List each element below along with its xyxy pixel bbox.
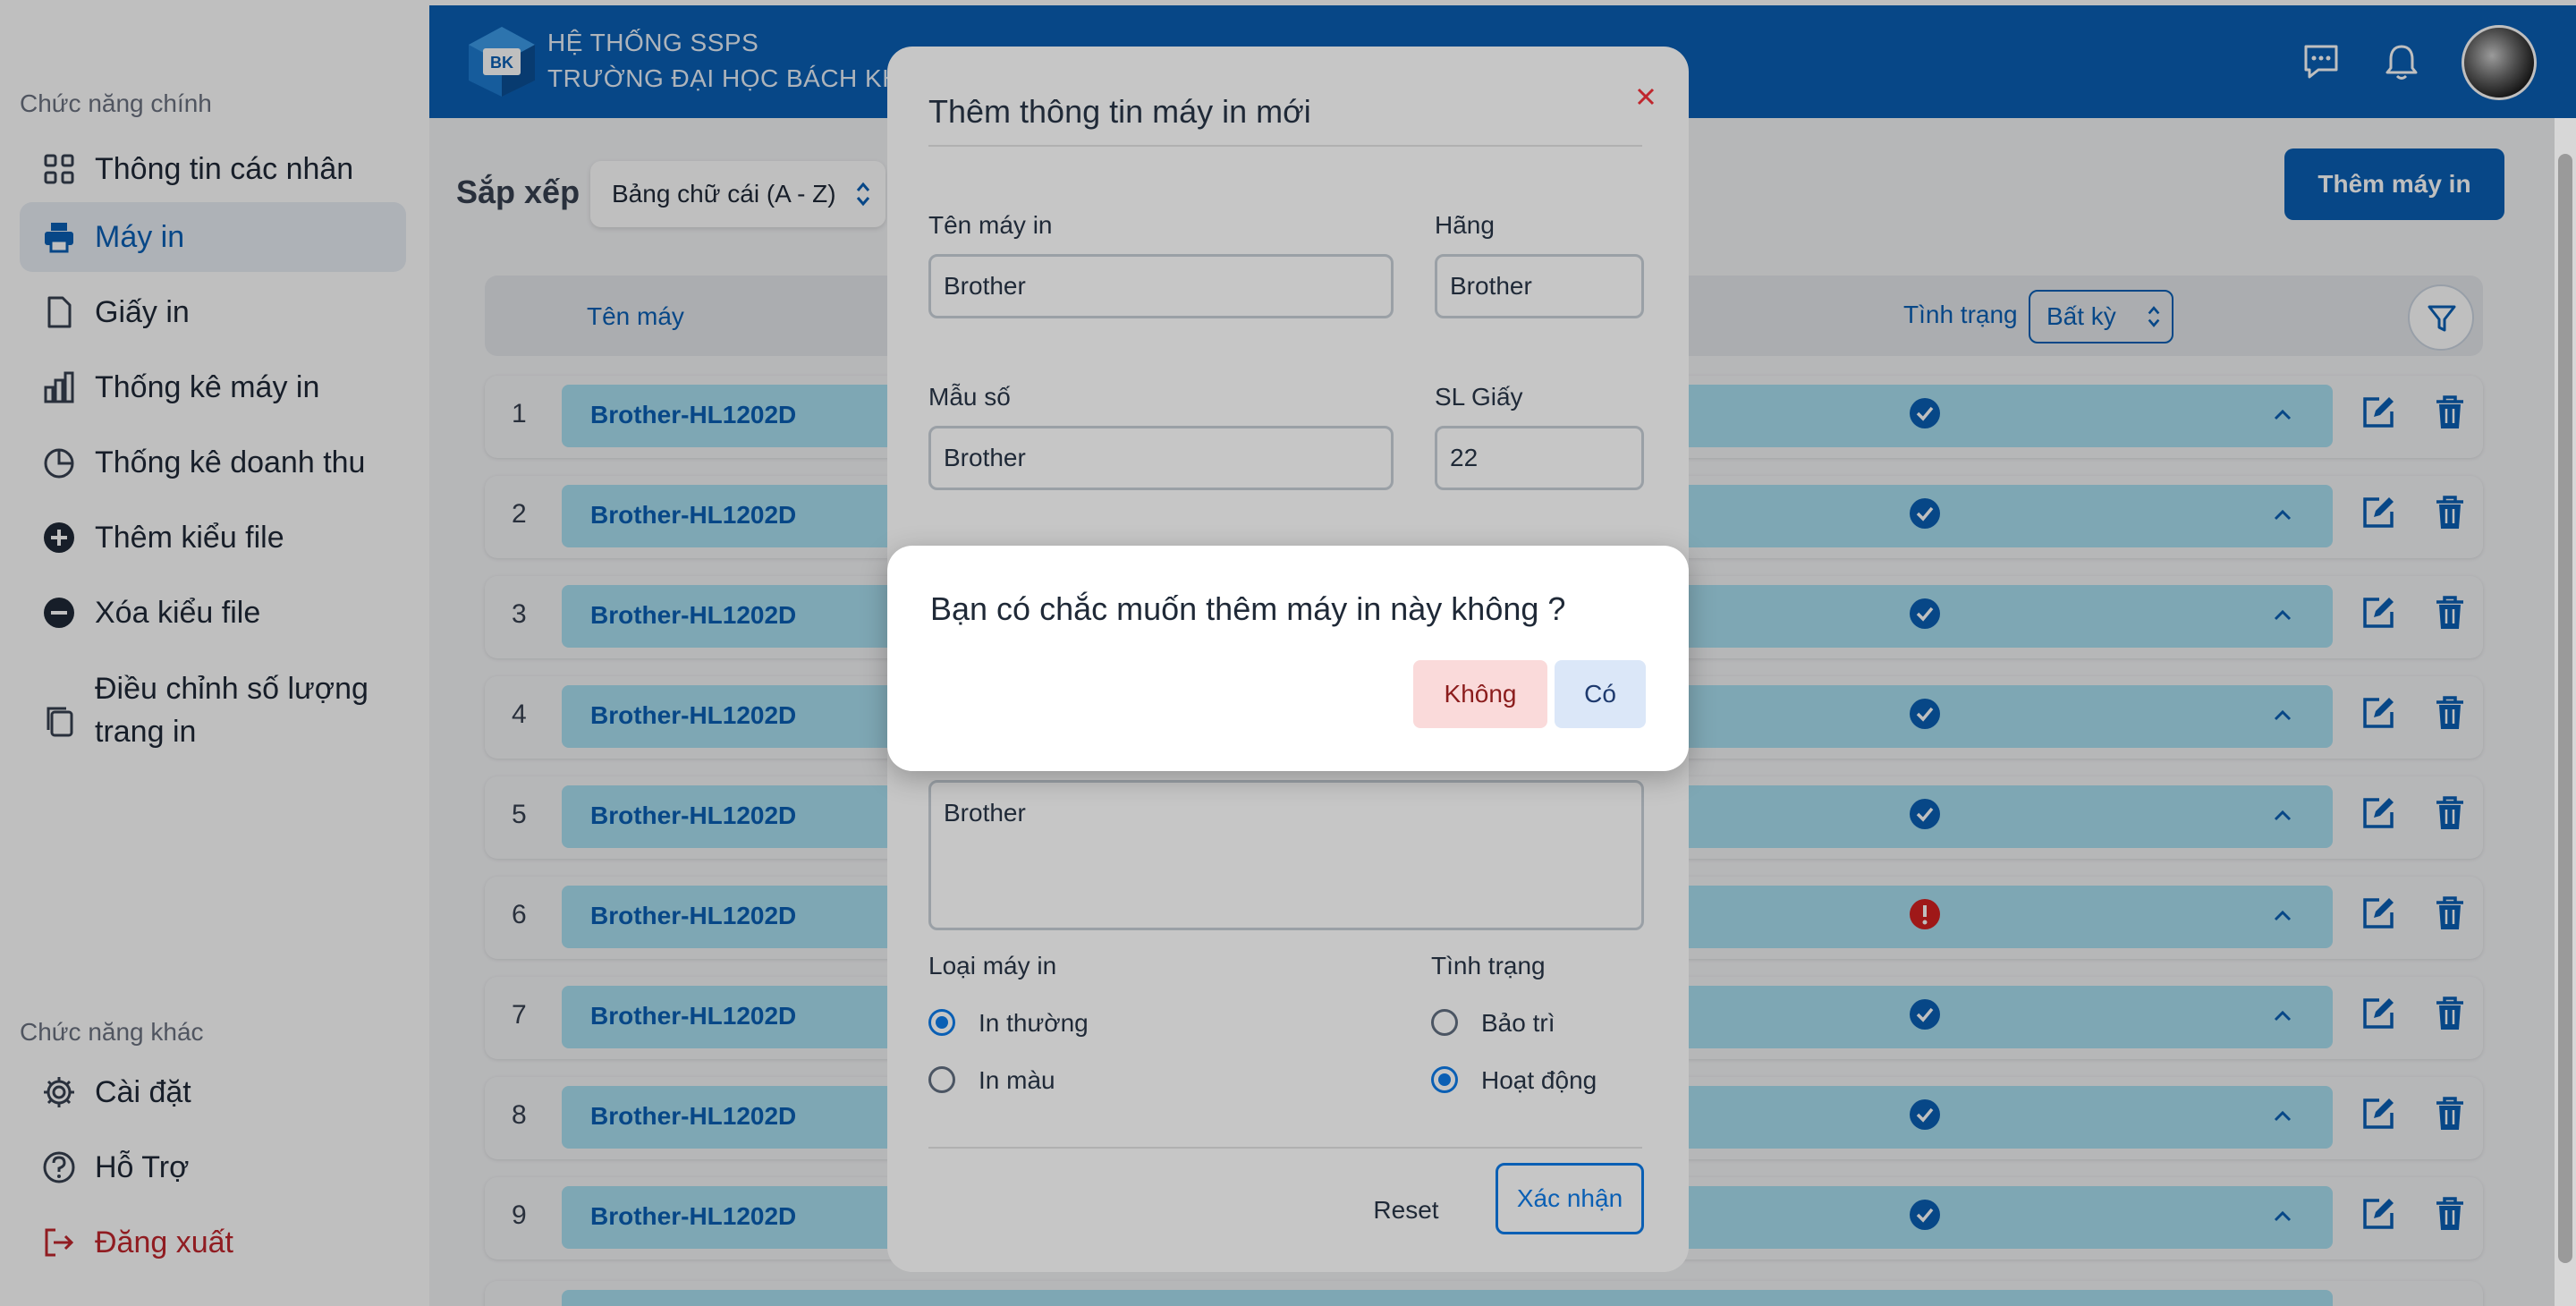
radio-maintenance[interactable]	[1431, 1009, 1458, 1036]
scrollbar-thumb[interactable]	[2558, 154, 2572, 1263]
radio-normal-print-label: In thường	[979, 1009, 1089, 1037]
modal-title: Thêm thông tin máy in mới	[928, 93, 1311, 130]
state-label: Tình trạng	[1431, 952, 1546, 980]
confirm-message: Bạn có chắc muốn thêm máy in này không ?	[930, 590, 1566, 627]
radio-normal-print[interactable]	[928, 1009, 955, 1036]
brand-label: Hãng	[1435, 211, 1495, 239]
confirm-dialog: Bạn có chắc muốn thêm máy in này không ?…	[887, 546, 1689, 771]
no-button[interactable]: Không	[1413, 660, 1547, 728]
radio-color-print[interactable]	[928, 1066, 955, 1093]
yes-button[interactable]: Có	[1555, 660, 1646, 728]
radio-active-label: Hoạt động	[1481, 1066, 1597, 1094]
radio-color-print-label: In màu	[979, 1066, 1055, 1094]
description-textarea[interactable]: Brother	[928, 780, 1644, 930]
radio-active[interactable]	[1431, 1066, 1458, 1093]
submit-button[interactable]: Xác nhận	[1496, 1163, 1644, 1234]
scrollbar[interactable]	[2555, 118, 2576, 1306]
reset-button[interactable]: Reset	[1352, 1177, 1460, 1243]
brand-input[interactable]: Brother	[1435, 254, 1644, 318]
paper-count-label: SL Giấy	[1435, 383, 1523, 411]
divider	[928, 145, 1642, 147]
printer-name-input[interactable]: Brother	[928, 254, 1394, 318]
divider	[928, 1147, 1642, 1149]
model-input[interactable]: Brother	[928, 426, 1394, 490]
model-label: Mẫu số	[928, 383, 1011, 411]
printer-name-label: Tên máy in	[928, 211, 1053, 239]
printer-type-label: Loại máy in	[928, 952, 1057, 980]
close-icon[interactable]	[1628, 79, 1664, 114]
paper-count-input[interactable]: 22	[1435, 426, 1644, 490]
radio-maintenance-label: Bảo trì	[1481, 1009, 1555, 1037]
